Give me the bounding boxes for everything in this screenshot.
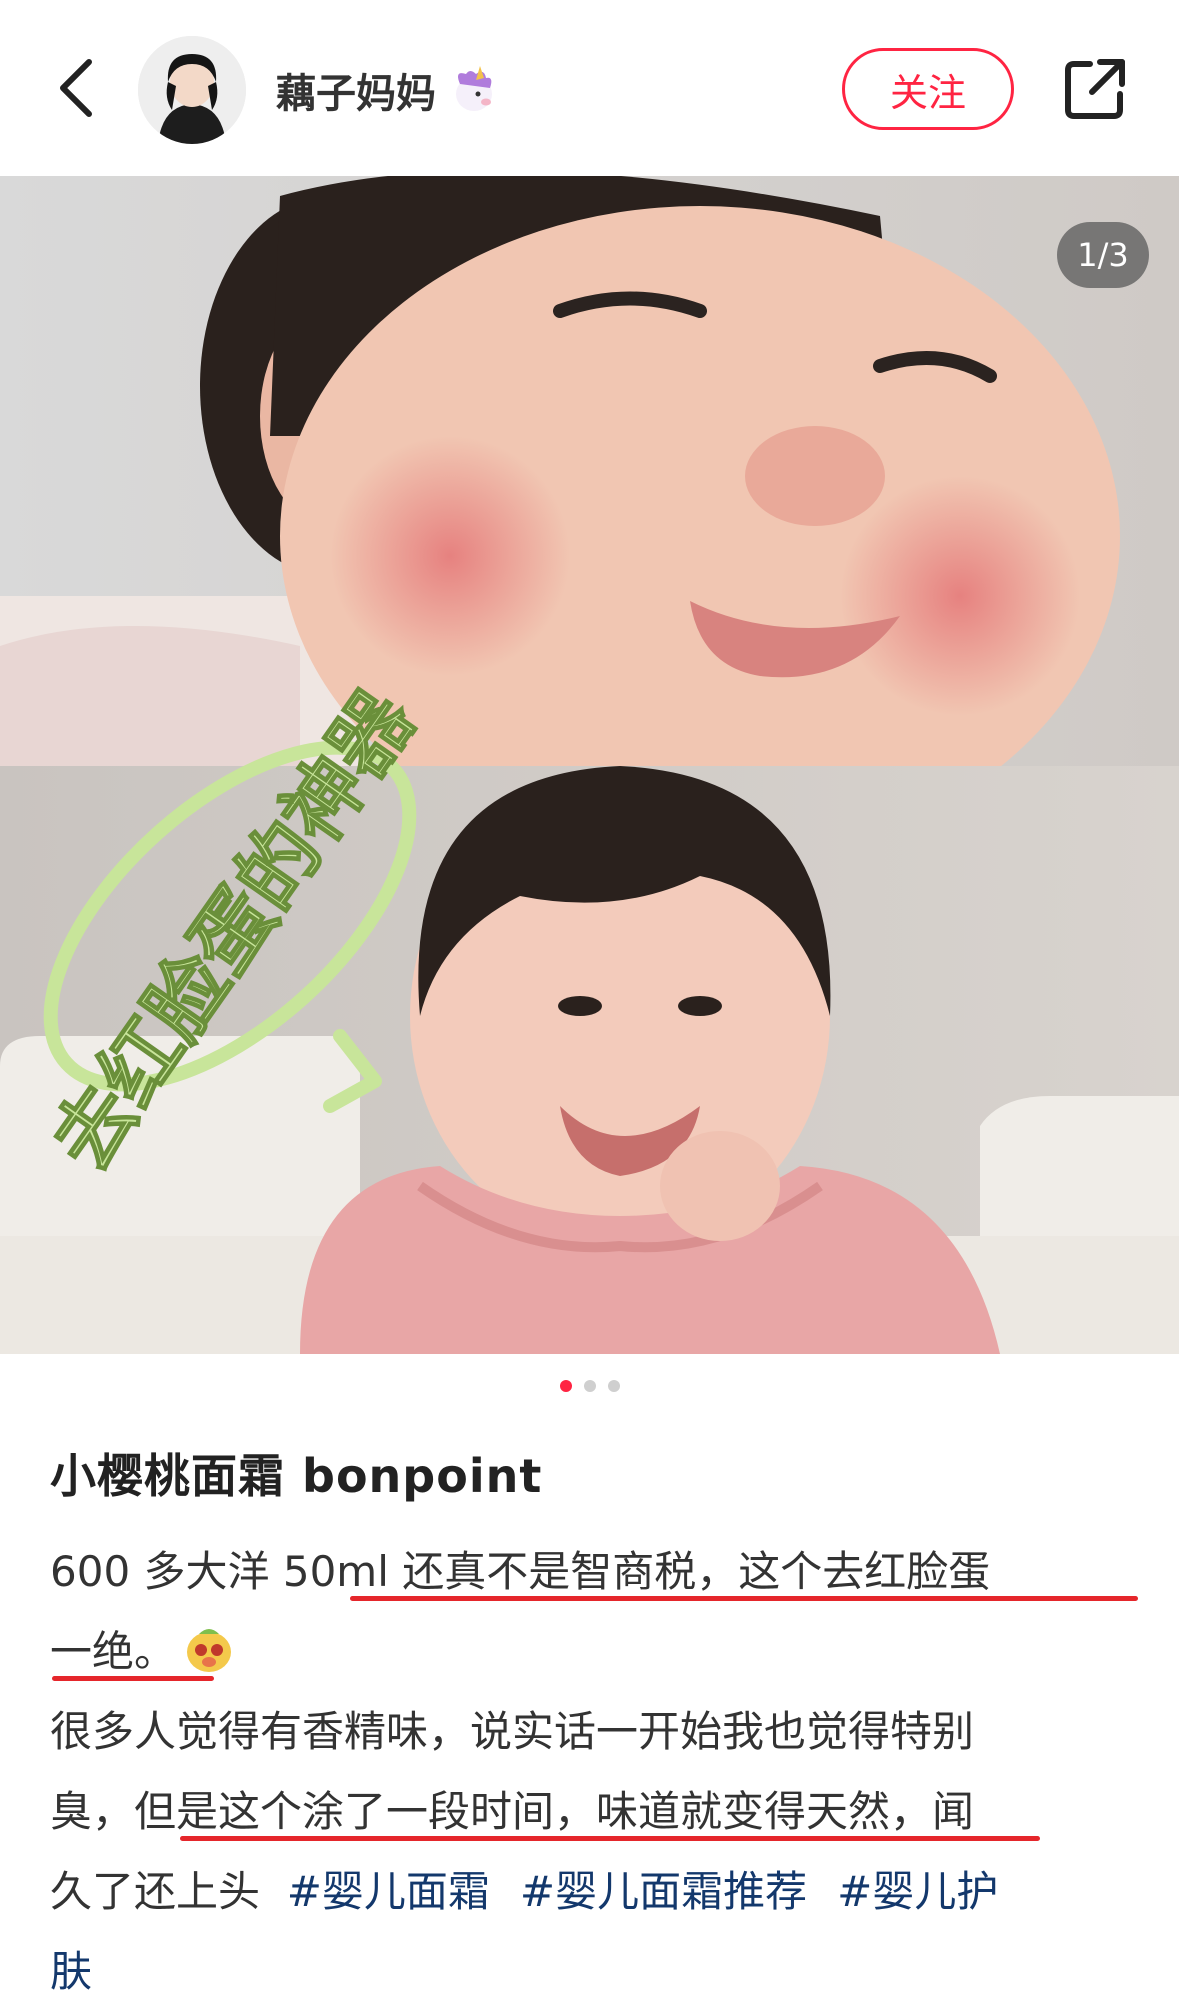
chevron-left-icon <box>60 59 92 117</box>
cute-face-emoji-icon <box>187 1629 232 1672</box>
body-line-6: 肤 <box>50 1932 1140 2012</box>
carousel-dot[interactable] <box>559 1380 572 1392</box>
carousel-dot[interactable] <box>583 1380 596 1392</box>
highlight-underline <box>180 1836 1040 1841</box>
hashtag-link-continuation[interactable]: 肤 <box>50 1947 92 1996</box>
unicorn-icon <box>456 66 492 111</box>
author-info[interactable]: 藕子妈妈 <box>276 60 502 120</box>
carousel-dots <box>0 1380 1179 1392</box>
share-icon[interactable] <box>1060 54 1130 124</box>
author-name[interactable]: 藕子妈妈 <box>276 61 436 119</box>
post-photo: 去红脸蛋的神器 <box>0 176 1179 1354</box>
body-line-5-text: 久了还上头 <box>50 1867 261 1916</box>
back-button[interactable] <box>40 48 110 128</box>
post-body: 600 多大洋 50ml 还真不是智商税，这个去红脸蛋 一绝。 很多人觉得有香精… <box>50 1532 1140 2012</box>
highlight-underline <box>52 1676 214 1681</box>
body-line-5: 久了还上头 #婴儿面霜 #婴儿面霜推荐 #婴儿护 <box>50 1852 1140 1932</box>
hashtag-link[interactable]: #婴儿护 <box>837 1867 998 1916</box>
follow-button[interactable]: 关注 <box>842 48 1014 130</box>
note-header: 藕子妈妈 关注 <box>0 0 1179 176</box>
highlight-underline <box>350 1596 1138 1601</box>
image-carousel[interactable]: 去红脸蛋的神器 1/3 <box>0 176 1179 1354</box>
hashtag-link[interactable]: #婴儿面霜推荐 <box>520 1867 807 1916</box>
post-title: 小樱桃面霜 bonpoint <box>50 1449 543 1503</box>
author-avatar[interactable] <box>138 36 246 144</box>
hashtag-link[interactable]: #婴儿面霜 <box>287 1867 490 1916</box>
body-line-2-text: 一绝。 <box>50 1627 177 1676</box>
page-counter: 1/3 <box>1057 222 1149 288</box>
carousel-dot[interactable] <box>607 1380 620 1392</box>
body-line-3: 很多人觉得有香精味，说实话一开始我也觉得特别 <box>50 1707 975 1756</box>
